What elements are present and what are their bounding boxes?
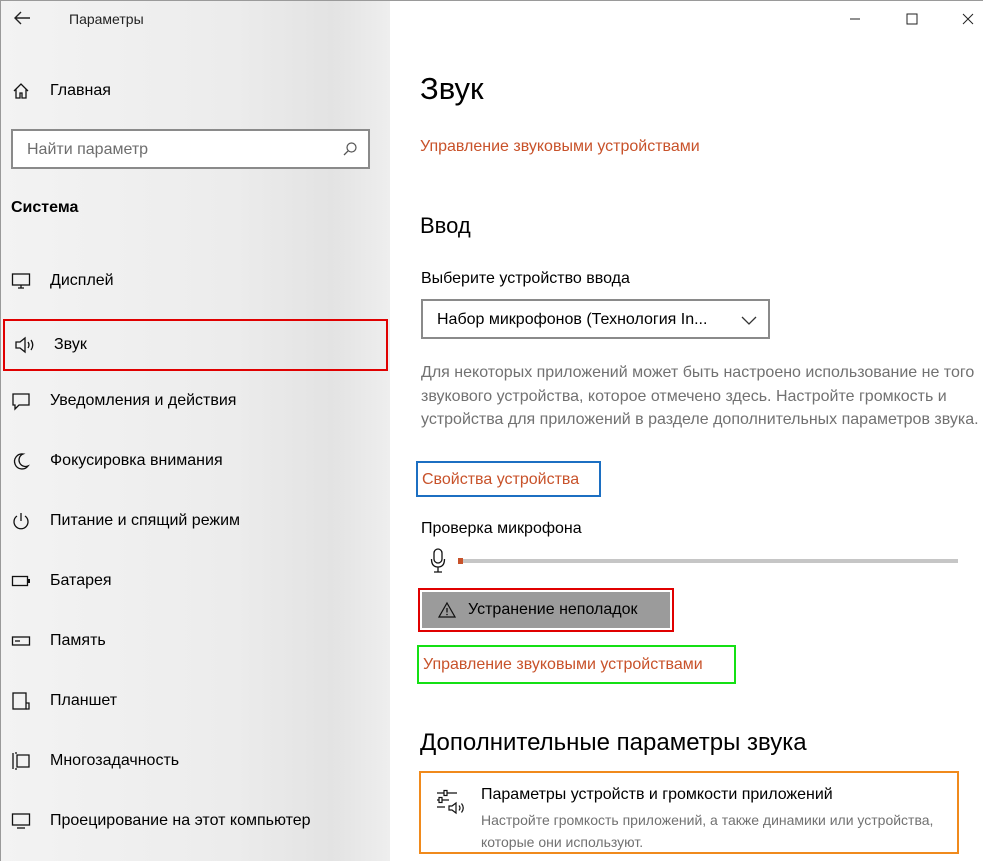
manage-sound-devices-link-top[interactable]: Управление звуковыми устройствами [420, 138, 700, 156]
input-heading: Ввод [420, 213, 471, 238]
page-title: Звук [420, 71, 484, 106]
sidebar-item-label: Проецирование на этот компьютер [50, 812, 311, 829]
manage-devices-highlight: Управление звуковыми устройствами [417, 645, 736, 684]
troubleshoot-highlight: Устранение неполадок [418, 588, 674, 632]
minimize-icon[interactable] [845, 9, 865, 29]
app-volume-title: Параметры устройств и громкости приложен… [481, 786, 833, 803]
sidebar-item-label: Звук [54, 336, 87, 353]
sliders-speaker-icon [435, 787, 467, 819]
sidebar-item-power[interactable]: Питание и спящий режим [1, 495, 390, 547]
sidebar-item-label: Питание и спящий режим [50, 512, 241, 529]
projecting-icon [10, 810, 32, 832]
app-volume-settings-item[interactable]: Параметры устройств и громкости приложен… [419, 771, 959, 854]
mic-level-meter [458, 558, 958, 564]
chevron-down-icon [740, 311, 758, 329]
notification-icon [10, 390, 32, 412]
troubleshoot-label: Устранение неполадок [468, 601, 638, 618]
home-icon [11, 81, 31, 101]
sidebar-item-storage[interactable]: Память [1, 615, 390, 667]
sidebar-item-projecting[interactable]: Проецирование на этот компьютер [1, 795, 390, 847]
sidebar-item-label: Многозадачность [50, 752, 180, 769]
main-content: Звук Управление звуковыми устройствами В… [390, 1, 983, 861]
sidebar-item-label: Планшет [50, 692, 118, 709]
monitor-icon [10, 270, 32, 292]
device-properties-link[interactable]: Свойства устройства [422, 471, 579, 489]
sidebar-item-battery[interactable]: Батарея [1, 555, 390, 607]
sidebar-item-label: Фокусировка внимания [50, 452, 223, 469]
microphone-icon [430, 547, 446, 575]
search-icon [342, 141, 358, 157]
back-arrow-icon[interactable] [11, 7, 33, 29]
tablet-icon [10, 690, 32, 712]
sidebar: Параметры Главная Найти параметр Система… [1, 1, 390, 861]
settings-window: Параметры Главная Найти параметр Система… [0, 0, 983, 861]
sidebar-item-focus-assist[interactable]: Фокусировка внимания [1, 435, 390, 487]
sidebar-item-label: Уведомления и действия [50, 392, 237, 409]
storage-icon [10, 630, 32, 652]
mic-level-fill [458, 558, 463, 564]
power-icon [10, 510, 32, 532]
warning-icon [437, 601, 457, 619]
mic-test-label: Проверка микрофона [421, 520, 582, 537]
input-device-dropdown[interactable]: Набор микрофонов (Технология In... [421, 299, 770, 339]
close-icon[interactable] [958, 9, 978, 29]
home-label: Главная [50, 82, 111, 99]
input-device-label: Выберите устройство ввода [421, 270, 630, 287]
search-placeholder: Найти параметр [27, 141, 149, 158]
sidebar-item-notifications[interactable]: Уведомления и действия [1, 375, 390, 427]
app-title: Параметры [69, 11, 144, 27]
device-properties-highlight: Свойства устройства [416, 461, 601, 497]
sidebar-item-display[interactable]: Дисплей [1, 255, 390, 307]
sidebar-item-label: Батарея [50, 572, 112, 589]
section-title: Система [11, 199, 79, 216]
sidebar-item-label: Память [50, 632, 106, 649]
multitasking-icon [10, 750, 32, 772]
search-input[interactable]: Найти параметр [11, 129, 370, 169]
sidebar-item-tablet[interactable]: Планшет [1, 675, 390, 727]
troubleshoot-button[interactable]: Устранение неполадок [422, 592, 670, 628]
moon-icon [10, 450, 32, 472]
input-description: Для некоторых приложений может быть наст… [421, 364, 979, 428]
input-device-value: Набор микрофонов (Технология In... [437, 311, 708, 328]
sidebar-item-multitasking[interactable]: Многозадачность [1, 735, 390, 787]
manage-sound-devices-link[interactable]: Управление звуковыми устройствами [423, 656, 703, 674]
speaker-icon [14, 334, 36, 356]
sidebar-item-label: Дисплей [50, 272, 114, 289]
app-volume-subtitle: Настройте громкость приложений, а также … [481, 812, 934, 850]
home-nav-item[interactable]: Главная [11, 79, 111, 103]
mic-test-row [430, 547, 960, 575]
advanced-heading: Дополнительные параметры звука [420, 729, 807, 756]
battery-icon [10, 570, 32, 592]
sidebar-item-sound[interactable]: Звук [3, 319, 388, 371]
maximize-icon[interactable] [902, 9, 922, 29]
